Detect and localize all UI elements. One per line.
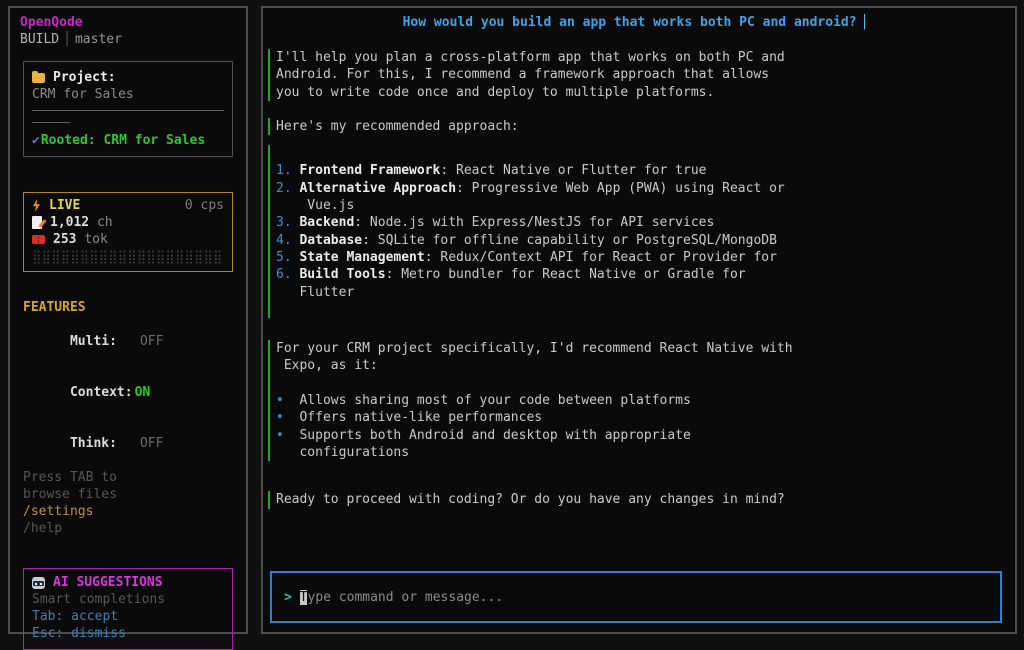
help-command: /help bbox=[23, 520, 233, 537]
command-input[interactable]: > Type command or message... bbox=[270, 571, 1002, 623]
tab-hint-line2: browse files bbox=[23, 486, 233, 503]
feature-context: Context:ON bbox=[23, 367, 233, 418]
quote-bar bbox=[268, 340, 270, 461]
divider-short bbox=[32, 122, 70, 123]
activity-sparkline: ⣿⣿⣿⣿⣿⣿⣿⣿⣿⣿⣿⣿⣿⣿⣿⣿⣿⣿⣿⣿⣿⣿⣿⣿… bbox=[32, 250, 224, 265]
folder-icon bbox=[32, 73, 45, 83]
live-stats-box: LIVE 0 cps 1,012 ch 253 tok ⣿⣿⣿⣿⣿⣿⣿⣿⣿⣿⣿⣿… bbox=[23, 192, 233, 272]
lightning-icon bbox=[32, 199, 41, 212]
ai-suggestions-title: AI SUGGESTIONS bbox=[53, 574, 163, 591]
chat-block: Ready to proceed with coding? Or do you … bbox=[268, 491, 1003, 508]
feature-think: Think:OFF bbox=[23, 418, 233, 469]
chat-block: I'll help you plan a cross-platform app … bbox=[268, 49, 1003, 101]
token-count: 253 bbox=[53, 231, 76, 248]
quote-bar bbox=[268, 491, 270, 508]
quote-bar bbox=[268, 118, 270, 135]
user-question: How would you build an app that works bo… bbox=[268, 14, 1003, 31]
ai-suggestions-box: AI SUGGESTIONS Smart completions Tab: ac… bbox=[23, 568, 233, 650]
char-count: 1,012 bbox=[50, 214, 89, 231]
chat-block: 1. Frontend Framework: React Native or F… bbox=[268, 145, 1003, 318]
memo-icon bbox=[32, 216, 42, 229]
separator: │ bbox=[59, 32, 75, 47]
chat-block: For your CRM project specifically, I'd r… bbox=[268, 340, 1003, 461]
think-state: OFF bbox=[140, 436, 163, 451]
live-label: LIVE bbox=[49, 197, 80, 214]
divider bbox=[32, 110, 224, 111]
app-subtitle: BUILD│master bbox=[20, 31, 236, 48]
chat-block: Here's my recommended approach: bbox=[268, 118, 1003, 135]
ticket-icon bbox=[32, 235, 45, 244]
feature-multi: Multi:OFF bbox=[23, 316, 233, 367]
esc-dismiss-hint: Esc: dismiss bbox=[32, 625, 224, 642]
input-placeholder: ype command or message... bbox=[307, 590, 503, 605]
app-title: OpenQode bbox=[20, 14, 236, 31]
input-cursor: T bbox=[300, 590, 308, 605]
rooted-status: ✔ Rooted: CRM for Sales bbox=[32, 132, 224, 149]
prompt-symbol: > bbox=[284, 590, 300, 605]
context-state: ON bbox=[135, 385, 151, 400]
smart-completions-label: Smart completions bbox=[32, 591, 224, 608]
settings-command: /settings bbox=[23, 503, 233, 520]
build-badge: BUILD bbox=[20, 32, 59, 47]
project-box: Project: CRM for Sales ✔ Rooted: CRM for… bbox=[23, 61, 233, 157]
sidebar: OpenQode BUILD│master Project: CRM for S… bbox=[8, 6, 248, 634]
check-icon: ✔ bbox=[32, 132, 40, 149]
features-heading: FEATURES bbox=[23, 299, 233, 316]
cps-counter: 0 cps bbox=[185, 197, 224, 214]
rooted-text: Rooted: CRM for Sales bbox=[41, 132, 205, 149]
project-name: CRM for Sales bbox=[32, 86, 224, 103]
multi-state: OFF bbox=[140, 334, 163, 349]
user-question-text: How would you build an app that works bo… bbox=[403, 15, 857, 30]
chat-panel: How would you build an app that works bo… bbox=[261, 6, 1017, 634]
project-label: Project: bbox=[53, 69, 116, 86]
char-unit bbox=[89, 214, 97, 231]
title-cursor: │ bbox=[857, 15, 869, 30]
tab-hint-line1: Press TAB to bbox=[23, 469, 233, 486]
quote-bar bbox=[268, 145, 270, 318]
git-branch: master bbox=[75, 32, 122, 47]
features-section: FEATURES Multi:OFF Context:ON Think:OFF … bbox=[23, 299, 233, 537]
tab-accept-hint: Tab: accept bbox=[32, 608, 224, 625]
quote-bar bbox=[268, 49, 270, 101]
chat-messages: I'll help you plan a cross-platform app … bbox=[268, 31, 1003, 571]
robot-icon bbox=[32, 577, 45, 589]
